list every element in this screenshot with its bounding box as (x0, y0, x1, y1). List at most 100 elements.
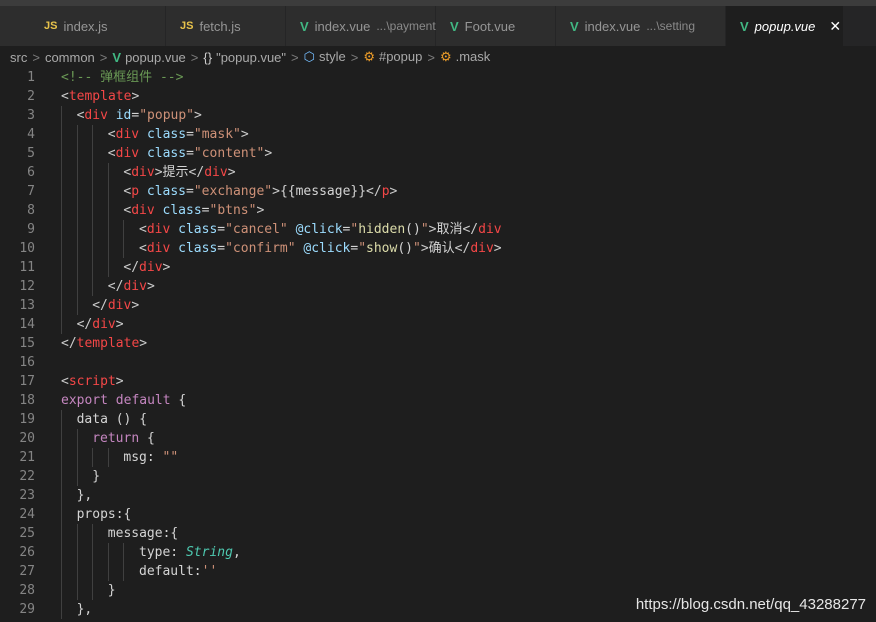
tab-index-vue-2[interactable]: Vindex.vue ...\payment (286, 6, 436, 46)
tab-label: index.vue (584, 18, 641, 34)
code-token: </ (61, 336, 77, 351)
close-icon[interactable]: ✕ (829, 18, 841, 35)
indent-guide (92, 581, 94, 600)
breadcrumb-item[interactable]: src (10, 50, 27, 65)
code-token: () (397, 241, 413, 256)
code-line[interactable]: 26 type: String, (0, 543, 876, 562)
indent-guide (76, 125, 78, 144)
code-line[interactable]: 8 <div class="btns"> (0, 201, 876, 220)
tab-popup-vue-5[interactable]: Vpopup.vue ✕ (726, 6, 844, 46)
code-token: <!-- 弹框组件 --> (61, 70, 184, 85)
code-token: < (107, 127, 116, 142)
code-token: > (240, 127, 249, 142)
code-line[interactable]: 17 <script> (0, 372, 876, 391)
code-line[interactable]: 11 </div> (0, 258, 876, 277)
code-line[interactable]: 27 default:'' (0, 562, 876, 581)
code-token: = (186, 127, 194, 142)
code-line[interactable]: 23}, (0, 486, 876, 505)
code-text: msg: "" (123, 448, 178, 467)
tab-index-js-0[interactable]: JS index.js (0, 6, 166, 46)
code-text: <!-- 弹框组件 --> (61, 68, 183, 87)
line-number: 19 (19, 412, 35, 427)
code-line[interactable]: 1 <!-- 弹框组件 --> (0, 68, 876, 87)
line-number: 8 (27, 203, 35, 218)
code-line[interactable]: 2 <template> (0, 87, 876, 106)
vue-file-icon: V (300, 18, 309, 34)
indent-guide (61, 524, 62, 543)
breadcrumb-item[interactable]: Vpopup.vue (112, 50, 185, 65)
code-line[interactable]: 13 </div> (0, 296, 876, 315)
code-token: default: (139, 564, 202, 579)
code-line[interactable]: 19 data () { (0, 410, 876, 429)
code-token: = (350, 241, 359, 256)
code-token: , (232, 545, 241, 560)
code-line[interactable]: 3 <div id="popup"> (0, 106, 876, 125)
indent-guide (61, 220, 62, 239)
code-line[interactable]: 6 <div>提示</div> (0, 163, 876, 182)
code-line[interactable]: 7 <p class="exchange">{{message}}</p> (0, 182, 876, 201)
code-line[interactable]: 20 return { (0, 429, 876, 448)
code-token: > (272, 184, 280, 199)
tab-fetch-js-1[interactable]: JS fetch.js (166, 6, 286, 46)
code-line[interactable]: 21 msg: "" (0, 448, 876, 467)
code-token: </ (366, 184, 382, 199)
indent-guide (107, 201, 109, 220)
code-token: template (76, 336, 140, 351)
watermark: https://blog.csdn.net/qq_43288277 (635, 596, 866, 613)
code-token: > (389, 184, 398, 199)
code-token: < (139, 222, 147, 237)
code-token: props:{ (76, 507, 132, 522)
breadcrumb-item[interactable]: {} "popup.vue" (203, 50, 286, 65)
vue-file-icon: V (450, 18, 459, 34)
code-line[interactable]: 5 <div class="content"> (0, 144, 876, 163)
code-line[interactable]: 15 </template> (0, 334, 876, 353)
breadcrumb-item[interactable]: ⚙ .mask (440, 49, 490, 65)
breadcrumb-item[interactable]: ⚙ #popup (363, 49, 422, 65)
indent-guide (92, 543, 94, 562)
breadcrumb-label: common (44, 49, 95, 65)
indent-guide (92, 163, 94, 182)
line-number: 16 (19, 355, 35, 370)
code-token: < (107, 146, 116, 161)
code-token: default (115, 393, 171, 408)
code-line[interactable]: 18 export default { (0, 391, 876, 410)
code-line[interactable]: 25 message:{ (0, 524, 876, 543)
code-token: = (186, 184, 194, 199)
code-text: return { (92, 429, 155, 448)
breadcrumb-item[interactable]: common (45, 50, 95, 65)
indent-guide (61, 448, 62, 467)
code-text: </template> (61, 334, 147, 353)
code-token: div (146, 241, 171, 256)
code-token: > (493, 241, 502, 256)
indent-guide (61, 258, 62, 277)
code-token: id (115, 108, 132, 123)
code-token: > (139, 336, 148, 351)
code-token: > (256, 203, 265, 218)
code-line[interactable]: 9 <div class="cancel" @click="hidden()">取… (0, 220, 876, 239)
tab-index-vue-4[interactable]: Vindex.vue ...\setting (556, 6, 726, 46)
code-line[interactable]: 12 </div> (0, 277, 876, 296)
code-token: class (178, 241, 218, 256)
line-number: 4 (27, 127, 35, 142)
code-token: " (358, 241, 367, 256)
tab-label: index.vue (314, 18, 371, 34)
code-editor[interactable]: 1 <!-- 弹框组件 --> 2 <template> 3 <div id="popup… (0, 68, 876, 622)
code-line[interactable]: 22} (0, 467, 876, 486)
code-line[interactable]: 14 </div> (0, 315, 876, 334)
code-line[interactable]: 16 (0, 353, 876, 372)
code-token: div (131, 165, 155, 180)
indent-guide (92, 258, 94, 277)
code-text: <template> (61, 87, 139, 106)
code-token: > (131, 89, 140, 104)
tab-Foot-vue-3[interactable]: V Foot.vue (436, 6, 556, 46)
code-line[interactable]: 10 <div class="confirm" @click="show()">确… (0, 239, 876, 258)
breadcrumb-item[interactable]: ⬡ style (304, 49, 346, 65)
code-line[interactable]: 4 <div class="mask"> (0, 125, 876, 144)
indent-guide (76, 163, 78, 182)
code-token: show (366, 241, 398, 256)
code-line[interactable]: 24 props:{ (0, 505, 876, 524)
indent-guide (92, 239, 94, 258)
